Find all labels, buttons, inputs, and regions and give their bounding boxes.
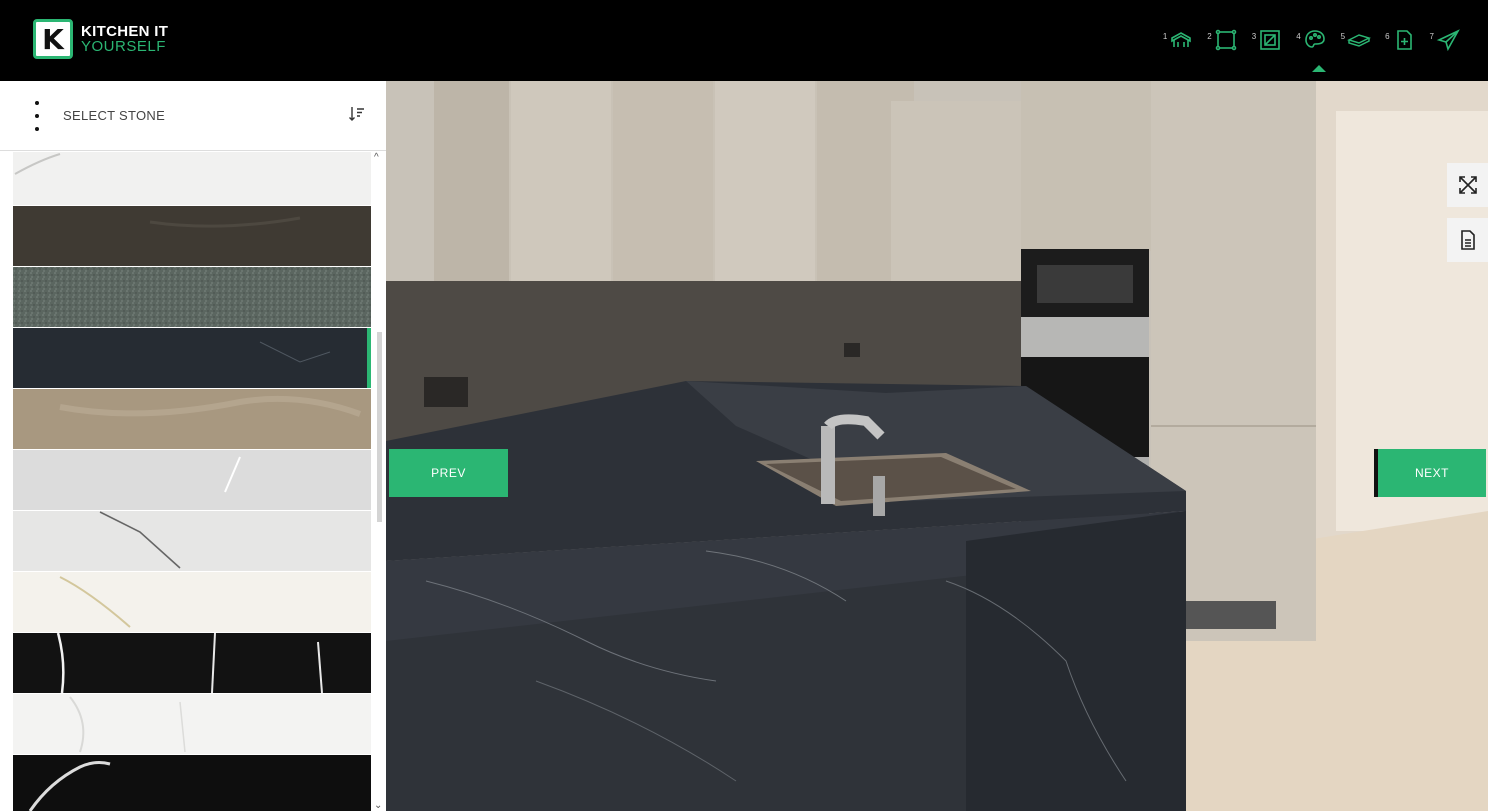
fullscreen-icon [1458,176,1477,194]
logo-mark-icon: K [33,19,73,59]
stone-swatch-list[interactable]: ^ ⌄ [0,152,386,811]
send-icon [1436,29,1460,52]
step-4[interactable]: 4 [1296,28,1327,72]
brand-line-2: YOURSELF [81,38,166,55]
step-3[interactable]: 3 [1252,28,1282,52]
step-2[interactable]: 2 [1207,28,1237,52]
swatch-scrollbar[interactable]: ^ ⌄ [374,152,384,811]
chevron-down-icon[interactable]: ⌄ [374,800,382,811]
sort-icon[interactable] [348,105,366,123]
panel-header: SELECT STONE [0,81,386,151]
swatch-textures [13,152,371,811]
room-dimensions-icon [1215,29,1237,51]
next-button[interactable]: NEXT [1374,449,1486,497]
step-6[interactable]: 6 [1385,28,1415,52]
prev-button[interactable]: PREV [389,449,508,497]
document-button[interactable] [1447,218,1488,262]
step-1[interactable]: 1 [1163,28,1193,52]
palette-icon [1304,30,1325,48]
panel-title: SELECT STONE [63,108,166,123]
kitchen-layout-icon [1171,32,1192,47]
selected-swatch-indicator [367,328,371,388]
worktop-shape-icon [1260,30,1280,50]
menu-icon[interactable] [34,101,40,131]
step-5[interactable]: 5 [1341,28,1372,52]
scroll-thumb[interactable] [377,332,382,522]
document-icon [1460,230,1475,250]
step-navigator: 1 2 3 4 5 6 7 [1163,28,1460,72]
worktop-edge-icon [1347,34,1372,47]
brand-line-1: KITCHEN IT [81,23,169,40]
step-7[interactable]: 7 [1430,28,1460,52]
kitchen-render-image [386,81,1488,811]
kitchen-render-view [386,81,1488,811]
add-document-icon [1396,30,1412,50]
chevron-up-icon[interactable]: ^ [374,152,379,163]
stone-selector-panel: SELECT STONE ^ ⌄ [0,81,386,811]
app-header: K KITCHEN IT YOURSELF 1 2 3 4 5 6 7 [0,0,1488,81]
brand-logo[interactable]: K KITCHEN IT YOURSELF [33,19,168,59]
fullscreen-button[interactable] [1447,163,1488,207]
